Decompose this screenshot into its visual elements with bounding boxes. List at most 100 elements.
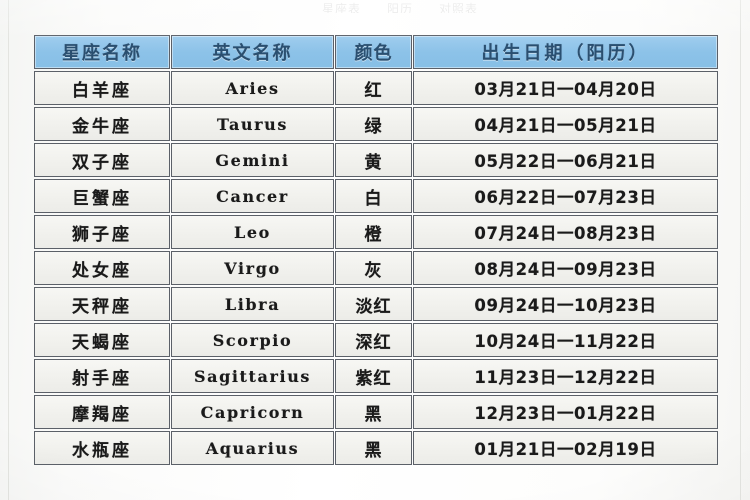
zodiac-color-cell-label: 白 bbox=[364, 188, 383, 209]
zodiac-english-cell: Virgo bbox=[171, 251, 334, 285]
zodiac-color-cell: 淡红 bbox=[335, 287, 412, 321]
zodiac-name-cell: 天蝎座 bbox=[34, 323, 170, 357]
column-header-english: 英文名称 bbox=[171, 35, 334, 69]
zodiac-name-cell-label: 摩羯座 bbox=[72, 404, 132, 425]
table-row: 白羊座 Aries 红 03月21日一04月20日 bbox=[34, 71, 718, 105]
zodiac-date-cell: 05月22日一06月21日 bbox=[413, 143, 718, 177]
zodiac-color-cell-label: 深红 bbox=[355, 332, 392, 353]
zodiac-table-container: 星座名称 英文名称 颜色 出生日期（阳历） 白羊座 Aries 红 03月21日一04… bbox=[33, 33, 719, 467]
title-fragment-1: 星座表 bbox=[321, 2, 361, 13]
clipped-title-fragment: 星座表 阳历 对照表 bbox=[255, 0, 545, 13]
zodiac-color-cell-label: 黄 bbox=[364, 152, 383, 173]
zodiac-english-cell: Aquarius bbox=[171, 431, 334, 465]
zodiac-date-cell: 01月21日一02月19日 bbox=[413, 431, 718, 465]
title-fragment-3: 对照表 bbox=[439, 2, 479, 13]
zodiac-english-cell-label: Aries bbox=[225, 78, 280, 98]
zodiac-english-cell: Scorpio bbox=[171, 323, 334, 357]
zodiac-english-cell-label: Gemini bbox=[215, 150, 290, 170]
zodiac-date-cell: 04月21日一05月21日 bbox=[413, 107, 718, 141]
table-header: 星座名称 英文名称 颜色 出生日期（阳历） bbox=[34, 35, 718, 69]
zodiac-date-cell-label: 06月22日一07月23日 bbox=[474, 188, 657, 207]
zodiac-name-cell-label: 金牛座 bbox=[72, 116, 132, 137]
column-header-name-label: 星座名称 bbox=[62, 43, 142, 64]
zodiac-name-cell: 白羊座 bbox=[34, 71, 170, 105]
zodiac-color-cell: 黑 bbox=[335, 395, 412, 429]
zodiac-english-cell-label: Leo bbox=[234, 222, 271, 242]
zodiac-english-cell-label: Taurus bbox=[216, 114, 289, 134]
zodiac-name-cell: 摩羯座 bbox=[34, 395, 170, 429]
scanned-document-page: 星座表 阳历 对照表 星座名称 英文名称 颜色 出生日期（阳历） 白羊座 Ari… bbox=[0, 0, 750, 500]
table-row: 金牛座 Taurus 绿 04月21日一05月21日 bbox=[34, 107, 718, 141]
zodiac-color-cell-label: 灰 bbox=[364, 260, 383, 281]
zodiac-color-cell: 橙 bbox=[335, 215, 412, 249]
zodiac-name-cell-label: 巨蟹座 bbox=[72, 188, 132, 209]
zodiac-color-cell-label: 淡红 bbox=[355, 296, 392, 317]
zodiac-name-cell-label: 狮子座 bbox=[72, 224, 132, 245]
zodiac-date-cell: 09月24日一10月23日 bbox=[413, 287, 718, 321]
zodiac-color-cell: 红 bbox=[335, 71, 412, 105]
zodiac-color-cell: 黑 bbox=[335, 431, 412, 465]
zodiac-date-cell-label: 10月24日一11月22日 bbox=[474, 332, 657, 351]
zodiac-name-cell: 金牛座 bbox=[34, 107, 170, 141]
zodiac-name-cell-label: 天蝎座 bbox=[72, 332, 132, 353]
zodiac-color-cell-label: 紫红 bbox=[355, 368, 392, 389]
zodiac-english-cell: Libra bbox=[171, 287, 334, 321]
zodiac-date-cell-label: 12月23日一01月22日 bbox=[474, 404, 657, 423]
zodiac-name-cell: 狮子座 bbox=[34, 215, 170, 249]
zodiac-color-cell: 灰 bbox=[335, 251, 412, 285]
column-header-date-label: 出生日期（阳历） bbox=[481, 43, 650, 64]
zodiac-english-cell: Leo bbox=[171, 215, 334, 249]
zodiac-date-cell: 07月24日一08月23日 bbox=[413, 215, 718, 249]
zodiac-english-cell: Taurus bbox=[171, 107, 334, 141]
zodiac-color-cell-label: 绿 bbox=[364, 116, 383, 137]
zodiac-color-cell: 绿 bbox=[335, 107, 412, 141]
table-row: 射手座 Sagittarius 紫红 11月23日一12月22日 bbox=[34, 359, 718, 393]
zodiac-english-cell: Aries bbox=[171, 71, 334, 105]
page-gutter-line-left bbox=[8, 0, 9, 500]
zodiac-name-cell: 处女座 bbox=[34, 251, 170, 285]
title-fragment-2: 阳历 bbox=[386, 2, 413, 13]
zodiac-date-cell-label: 08月24日一09月23日 bbox=[474, 260, 657, 279]
zodiac-color-cell: 黄 bbox=[335, 143, 412, 177]
zodiac-color-cell: 深红 bbox=[335, 323, 412, 357]
zodiac-date-cell: 06月22日一07月23日 bbox=[413, 179, 718, 213]
table-row: 水瓶座 Aquarius 黑 01月21日一02月19日 bbox=[34, 431, 718, 465]
zodiac-date-cell: 11月23日一12月22日 bbox=[413, 359, 718, 393]
zodiac-english-cell-label: Capricorn bbox=[200, 402, 305, 422]
zodiac-date-cell: 08月24日一09月23日 bbox=[413, 251, 718, 285]
zodiac-english-cell-label: Sagittarius bbox=[193, 366, 312, 386]
zodiac-color-cell: 紫红 bbox=[335, 359, 412, 393]
column-header-name: 星座名称 bbox=[34, 35, 170, 69]
zodiac-date-cell-label: 05月22日一06月21日 bbox=[474, 152, 657, 171]
table-row: 处女座 Virgo 灰 08月24日一09月23日 bbox=[34, 251, 718, 285]
zodiac-color-cell-label: 红 bbox=[364, 80, 383, 101]
zodiac-name-cell: 双子座 bbox=[34, 143, 170, 177]
zodiac-english-cell-label: Cancer bbox=[216, 186, 289, 206]
zodiac-name-cell-label: 水瓶座 bbox=[72, 440, 132, 461]
zodiac-name-cell-label: 射手座 bbox=[72, 368, 132, 389]
zodiac-date-cell: 10月24日一11月22日 bbox=[413, 323, 718, 357]
table-row: 天秤座 Libra 淡红 09月24日一10月23日 bbox=[34, 287, 718, 321]
zodiac-color-cell-label: 黑 bbox=[364, 404, 383, 425]
table-body: 白羊座 Aries 红 03月21日一04月20日金牛座 Taurus 绿 04月21日一0… bbox=[34, 71, 718, 465]
zodiac-english-cell: Gemini bbox=[171, 143, 334, 177]
zodiac-english-cell: Capricorn bbox=[171, 395, 334, 429]
zodiac-english-cell: Sagittarius bbox=[171, 359, 334, 393]
zodiac-table: 星座名称 英文名称 颜色 出生日期（阳历） 白羊座 Aries 红 03月21日一04… bbox=[33, 33, 719, 467]
zodiac-date-cell-label: 11月23日一12月22日 bbox=[474, 368, 657, 387]
zodiac-date-cell-label: 07月24日一08月23日 bbox=[474, 224, 657, 243]
table-row: 双子座 Gemini 黄 05月22日一06月21日 bbox=[34, 143, 718, 177]
zodiac-date-cell-label: 03月21日一04月20日 bbox=[474, 80, 657, 99]
zodiac-name-cell: 水瓶座 bbox=[34, 431, 170, 465]
zodiac-english-cell-label: Scorpio bbox=[212, 330, 293, 350]
zodiac-date-cell: 03月21日一04月20日 bbox=[413, 71, 718, 105]
zodiac-date-cell-label: 04月21日一05月21日 bbox=[474, 116, 657, 135]
zodiac-name-cell: 天秤座 bbox=[34, 287, 170, 321]
page-gutter-line-right bbox=[740, 0, 741, 500]
column-header-color-label: 颜色 bbox=[354, 43, 393, 64]
zodiac-name-cell-label: 双子座 bbox=[72, 152, 132, 173]
column-header-date: 出生日期（阳历） bbox=[413, 35, 718, 69]
zodiac-name-cell: 巨蟹座 bbox=[34, 179, 170, 213]
zodiac-date-cell-label: 01月21日一02月19日 bbox=[474, 440, 657, 459]
zodiac-english-cell: Cancer bbox=[171, 179, 334, 213]
